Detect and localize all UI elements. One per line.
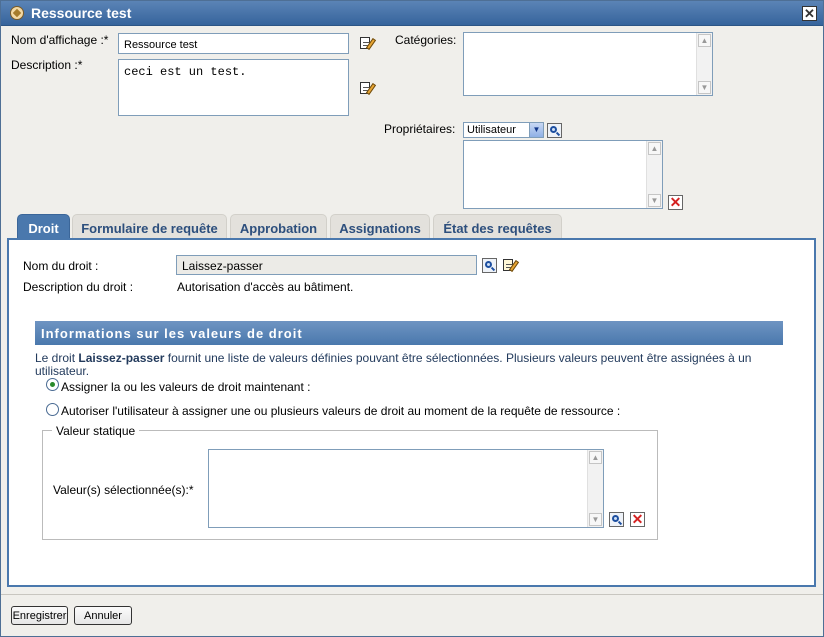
tab-formulaire-requete[interactable]: Formulaire de requête xyxy=(72,214,227,239)
scroll-down-icon[interactable]: ▼ xyxy=(698,81,711,94)
scroll-down-icon[interactable]: ▼ xyxy=(648,194,661,207)
display-name-label: Nom d'affichage :* xyxy=(11,33,109,47)
radio-assign-now[interactable] xyxy=(46,378,59,391)
info-suffix: fournit une liste de valeurs définies po… xyxy=(164,351,752,365)
description-label: Description :* xyxy=(11,58,83,72)
selected-values-label: Valeur(s) sélectionnée(s):* xyxy=(53,483,194,497)
entitlement-search-icon[interactable] xyxy=(482,258,497,273)
radio-user-assign-label: Autoriser l'utilisateur à assigner une o… xyxy=(61,404,621,418)
footer-divider xyxy=(1,594,823,595)
scroll-up-icon[interactable]: ▲ xyxy=(648,142,661,155)
entitlement-description-value: Autorisation d'accès au bâtiment. xyxy=(177,280,354,294)
entitlement-name-field: Laissez-passer xyxy=(176,255,477,275)
resource-icon xyxy=(10,6,24,20)
categories-scrollbar[interactable]: ▲ ▼ xyxy=(696,33,712,95)
scroll-down-icon[interactable]: ▼ xyxy=(589,513,602,526)
tab-etat-requetes[interactable]: État des requêtes xyxy=(433,214,562,239)
owners-search-icon[interactable] xyxy=(547,123,562,138)
title-bar: Ressource test ✕ xyxy=(1,1,823,26)
categories-label: Catégories: xyxy=(395,33,457,47)
owners-label: Propriétaires: xyxy=(384,122,456,136)
info-prefix: Le droit xyxy=(35,351,79,365)
values-info-text-line2: utilisateur. xyxy=(35,364,90,378)
entitlement-description-label: Description du droit : xyxy=(23,280,134,294)
scroll-up-icon[interactable]: ▲ xyxy=(589,451,602,464)
selected-values-listbox[interactable]: ▲ ▼ xyxy=(208,449,604,528)
values-delete-icon[interactable]: ✕ xyxy=(630,512,645,527)
description-textarea[interactable]: ceci est un test. xyxy=(118,59,349,116)
owners-type-value: Utilisateur xyxy=(467,124,516,136)
dialog-title: Ressource test xyxy=(31,5,132,21)
radio-assign-now-label: Assigner la ou les valeurs de droit main… xyxy=(61,380,311,394)
edit-description-icon[interactable] xyxy=(360,81,377,96)
values-info-text: Le droit Laissez-passer fournit une list… xyxy=(35,351,751,365)
close-icon[interactable]: ✕ xyxy=(802,6,817,21)
static-value-legend: Valeur statique xyxy=(52,424,140,438)
selected-values-scrollbar[interactable]: ▲ ▼ xyxy=(587,450,603,527)
edit-display-name-icon[interactable] xyxy=(360,36,377,51)
values-section-header: Informations sur les valeurs de droit xyxy=(35,321,783,345)
owners-scrollbar[interactable]: ▲ ▼ xyxy=(646,141,662,208)
tab-approbation[interactable]: Approbation xyxy=(230,214,327,239)
entitlement-name-label: Nom du droit : xyxy=(23,259,99,273)
owners-type-select[interactable]: Utilisateur ▼ xyxy=(463,122,544,138)
display-name-input[interactable]: Ressource test xyxy=(118,33,349,54)
save-button[interactable]: Enregistrer xyxy=(11,606,68,625)
owners-listbox[interactable]: ▲ ▼ xyxy=(463,140,663,209)
chevron-down-icon[interactable]: ▼ xyxy=(529,123,543,137)
info-entitlement-name: Laissez-passer xyxy=(78,351,165,365)
categories-listbox[interactable]: ▲ ▼ xyxy=(463,32,713,96)
scroll-up-icon[interactable]: ▲ xyxy=(698,34,711,47)
tab-droit[interactable]: Droit xyxy=(17,214,70,239)
radio-user-assign[interactable] xyxy=(46,403,59,416)
owners-delete-icon[interactable]: ✕ xyxy=(668,195,683,210)
tab-assignations[interactable]: Assignations xyxy=(330,214,430,239)
cancel-button[interactable]: Annuler xyxy=(74,606,132,625)
entitlement-edit-icon[interactable] xyxy=(503,258,520,273)
values-search-icon[interactable] xyxy=(609,512,624,527)
